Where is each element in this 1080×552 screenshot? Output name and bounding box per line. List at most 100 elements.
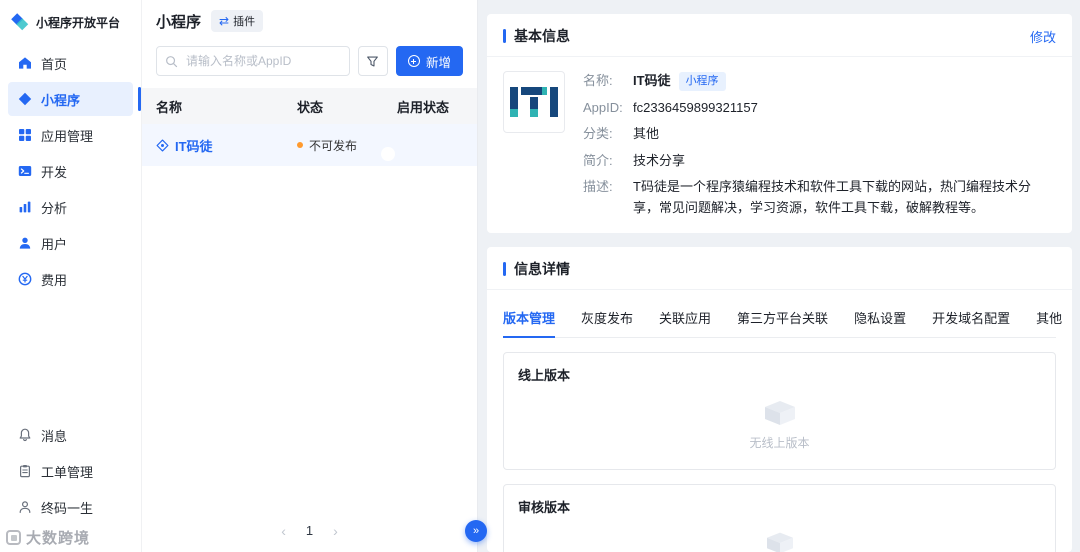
tab-privacy-settings[interactable]: 隐私设置	[854, 304, 906, 337]
grid-icon	[17, 128, 32, 143]
card-title: 基本信息	[514, 28, 570, 44]
field-label-intro: 简介:	[583, 152, 613, 168]
filter-button[interactable]	[357, 46, 388, 76]
sidebar-item-analysis[interactable]: 分析	[8, 190, 133, 224]
tab-gray-release[interactable]: 灰度发布	[581, 304, 633, 337]
table-header-row: 名称 状态 启用状态	[142, 88, 477, 124]
sidebar-item-label: 分析	[41, 200, 68, 216]
info-detail-card: 信息详情 版本管理 灰度发布 关联应用 第三方平台关联 隐私设置 开发域名配置 …	[487, 246, 1072, 552]
column-header-name: 名称	[156, 99, 183, 115]
sidebar-item-fee[interactable]: 费用	[8, 262, 133, 296]
empty-box-icon	[766, 532, 793, 552]
panel-header: 小程序 ⇄ 插件	[142, 0, 477, 42]
search-box	[156, 46, 350, 76]
field-value-category: 其他	[633, 126, 660, 141]
basic-info-fields: 名称: IT码徒 小程序 AppID: fc2336459899321157 分类…	[583, 71, 1056, 219]
home-icon	[17, 56, 32, 71]
name-cell: IT码徒	[156, 136, 297, 155]
field-row-desc: 描述: T码徒是一个程序猿编程技术和软件工具下载的网站，热门编程技术分享，常见问…	[583, 177, 1056, 219]
sidebar-item-home[interactable]: 首页	[8, 46, 133, 80]
diamond-icon	[17, 92, 32, 107]
card-title: 信息详情	[514, 260, 570, 277]
sidebar-item-label: 用户	[41, 236, 68, 252]
pagination-prev-icon[interactable]: ‹	[281, 524, 286, 538]
field-row-intro: 简介: 技术分享	[583, 151, 1056, 171]
it-logo	[510, 87, 558, 117]
sidebar: 小程序开放平台 首页 小程序 应用管理 开发 分析 用户 费用 消息 工单管理 …	[0, 0, 142, 552]
bell-icon	[17, 428, 32, 443]
coin-icon	[17, 272, 32, 287]
online-version-section: 线上版本 无线上版本	[503, 351, 1056, 470]
funnel-icon	[367, 55, 379, 67]
sidebar-item-label: 终码一生	[41, 500, 94, 516]
terminal-icon	[17, 164, 32, 179]
field-value-intro: 技术分享	[633, 152, 686, 168]
sidebar-item-account[interactable]: 终码一生	[8, 490, 133, 524]
field-label-name: 名称:	[583, 73, 613, 88]
field-value-name: IT码徒 小程序	[633, 71, 726, 91]
section-title-review: 审核版本	[518, 499, 571, 515]
app-logo-image	[503, 71, 565, 133]
miniapp-table: 名称 状态 启用状态 IT码徒 不可发布	[142, 88, 477, 166]
review-version-empty-state: 暂无数据	[518, 516, 1041, 552]
field-label-appid: AppID:	[583, 99, 623, 115]
sidebar-bottom-nav: 消息 工单管理 终码一生	[0, 416, 141, 526]
miniapp-list-panel: 小程序 ⇄ 插件 新增	[142, 0, 487, 552]
field-label-desc: 描述:	[583, 179, 613, 194]
pagination-current-page[interactable]: 1	[306, 523, 313, 538]
detail-panel: 基本信息 修改 名称: IT码徒 小程序 AppID: fc2336459899…	[478, 0, 1080, 552]
sidebar-item-label: 费用	[41, 272, 68, 288]
app-logo: 小程序开放平台	[0, 0, 141, 44]
field-value-desc: T码徒是一个程序猿编程技术和软件工具下载的网站，热门编程技术分享，常见问题解决，…	[633, 179, 1031, 215]
tab-third-party-platform[interactable]: 第三方平台关联	[737, 304, 828, 337]
app-name-link[interactable]: IT码徒	[175, 136, 213, 155]
plugin-badge[interactable]: ⇄ 插件	[211, 10, 264, 32]
field-row-name: 名称: IT码徒 小程序	[583, 71, 1056, 91]
double-arrow-icon: »	[472, 525, 480, 537]
basic-info-body: 名称: IT码徒 小程序 AppID: fc2336459899321157 分类…	[503, 71, 1056, 219]
info-detail-tabs: 版本管理 灰度发布 关联应用 第三方平台关联 隐私设置 开发域名配置 其他	[503, 304, 1062, 338]
swap-icon: ⇄	[219, 14, 230, 28]
sidebar-item-label: 首页	[41, 56, 68, 72]
sidebar-item-label: 开发	[41, 164, 68, 180]
field-row-appid: AppID: fc2336459899321157	[583, 98, 1056, 118]
status-dot	[297, 142, 303, 148]
accent-bar	[503, 261, 506, 276]
edit-link[interactable]: 修改	[1030, 27, 1056, 46]
pagination-next-icon[interactable]: ›	[333, 524, 338, 538]
field-row-category: 分类: 其他	[583, 124, 1056, 144]
plus-icon	[407, 55, 420, 67]
search-row: 新增	[142, 42, 477, 88]
table-row[interactable]: IT码徒 不可发布	[142, 124, 477, 166]
add-button[interactable]: 新增	[395, 46, 463, 76]
tab-version-management[interactable]: 版本管理	[503, 304, 556, 338]
field-value-appid: fc2336459899321157	[633, 99, 758, 115]
sidebar-item-dev[interactable]: 开发	[8, 154, 133, 188]
tab-linked-apps[interactable]: 关联应用	[659, 304, 711, 337]
person-icon	[17, 500, 32, 515]
sidebar-item-app-management[interactable]: 应用管理	[8, 118, 133, 152]
sidebar-item-messages[interactable]: 消息	[8, 418, 133, 452]
accent-bar	[503, 29, 506, 43]
empty-text: 无线上版本	[749, 435, 810, 450]
plugin-badge-label: 插件	[233, 16, 256, 28]
search-icon	[166, 55, 178, 67]
status-text: 不可发布	[309, 138, 358, 153]
sidebar-item-tickets[interactable]: 工单管理	[8, 454, 133, 488]
collapse-panel-button[interactable]: »	[465, 520, 487, 542]
sidebar-item-user[interactable]: 用户	[8, 226, 133, 260]
search-input[interactable]	[184, 53, 341, 69]
toggle-knob	[381, 147, 395, 161]
sidebar-item-miniapp[interactable]: 小程序	[8, 82, 141, 116]
field-label-category: 分类:	[583, 126, 613, 141]
app-window: 小程序开放平台 首页 小程序 应用管理 开发 分析 用户 费用 消息 工单管理 …	[0, 0, 1080, 552]
tab-dev-domain-config[interactable]: 开发域名配置	[932, 304, 1010, 337]
info-detail-header: 信息详情	[487, 259, 1072, 290]
bar-chart-icon	[17, 200, 32, 215]
clipboard-icon	[17, 464, 32, 479]
empty-box-icon	[764, 400, 795, 425]
review-version-section: 审核版本 暂无数据	[503, 483, 1056, 552]
basic-info-card: 基本信息 修改 名称: IT码徒 小程序 AppID: fc2336459899…	[487, 14, 1072, 233]
user-icon	[17, 236, 32, 251]
tab-other[interactable]: 其他	[1036, 304, 1062, 337]
